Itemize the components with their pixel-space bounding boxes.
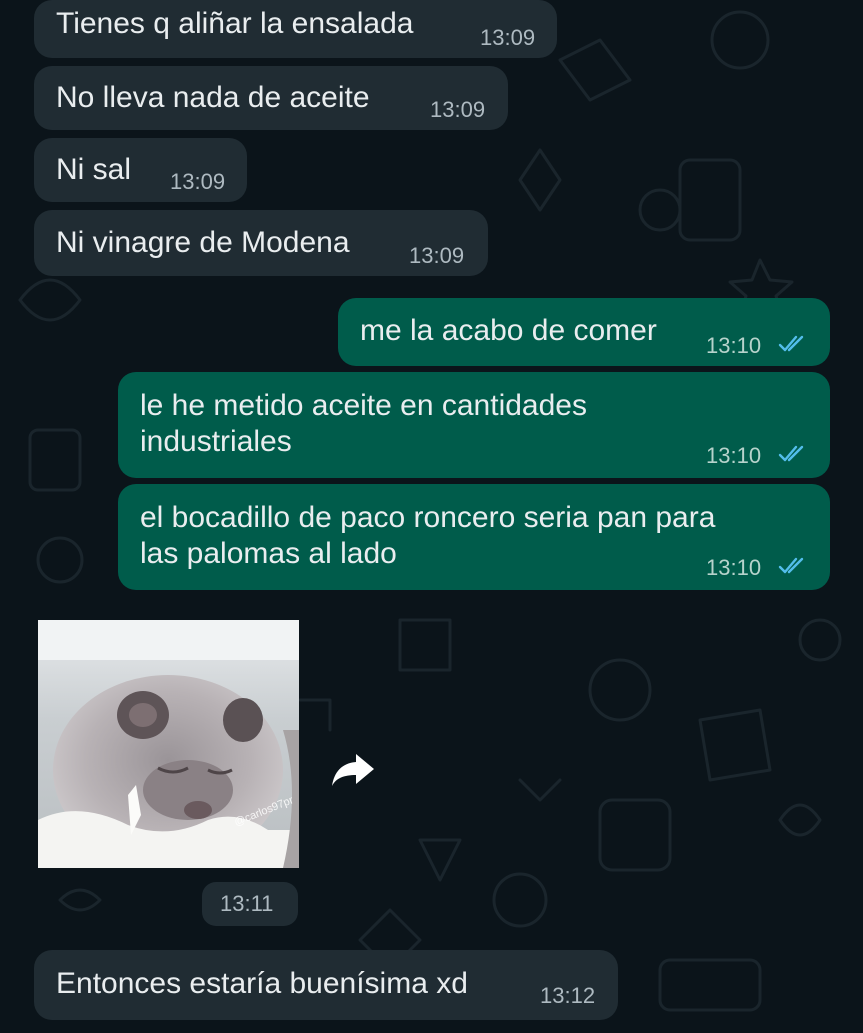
message-time: 13:10 (706, 443, 762, 468)
message-time: 13:10 (706, 333, 762, 358)
message-time: 13:10 (706, 555, 762, 580)
forward-arrow-icon[interactable] (330, 750, 376, 790)
hamster-photo: @carlos97pr (38, 620, 299, 868)
double-check-icon (778, 335, 804, 352)
message-text: No lleva nada de aceite (56, 81, 370, 114)
outgoing-message[interactable]: me la acabo de comer 13:10 (338, 298, 830, 366)
incoming-message[interactable]: Entonces estaría buenísima xd 13:12 (34, 950, 618, 1020)
double-check-icon (778, 445, 804, 462)
incoming-message[interactable]: Tienes q aliñar la ensalada 13:09 (34, 0, 557, 58)
message-time: 13:11 (220, 891, 274, 916)
image-time-pill: 13:11 (202, 882, 298, 926)
outgoing-message[interactable]: el bocadillo de paco roncero seria pan p… (118, 484, 830, 590)
message-text: Ni vinagre de Modena (56, 226, 350, 259)
outgoing-message[interactable]: le he metido aceite en cantidades indust… (118, 372, 830, 478)
incoming-message[interactable]: Ni vinagre de Modena 13:09 (34, 210, 488, 276)
incoming-message[interactable]: No lleva nada de aceite 13:09 (34, 66, 508, 130)
double-check-icon (778, 557, 804, 574)
message-time: 13:09 (409, 243, 465, 268)
message-time: 13:09 (480, 25, 536, 50)
image-message[interactable]: @carlos97pr (38, 620, 299, 868)
chat-view: Tienes q aliñar la ensalada 13:09 No lle… (0, 0, 863, 1033)
message-time: 13:12 (540, 983, 596, 1008)
message-text: Entonces estaría buenísima xd (56, 967, 468, 1000)
incoming-message[interactable]: Ni sal 13:09 (34, 138, 247, 202)
message-time: 13:09 (170, 169, 226, 194)
message-time: 13:09 (430, 97, 486, 122)
message-text: Tienes q aliñar la ensalada (56, 7, 414, 40)
